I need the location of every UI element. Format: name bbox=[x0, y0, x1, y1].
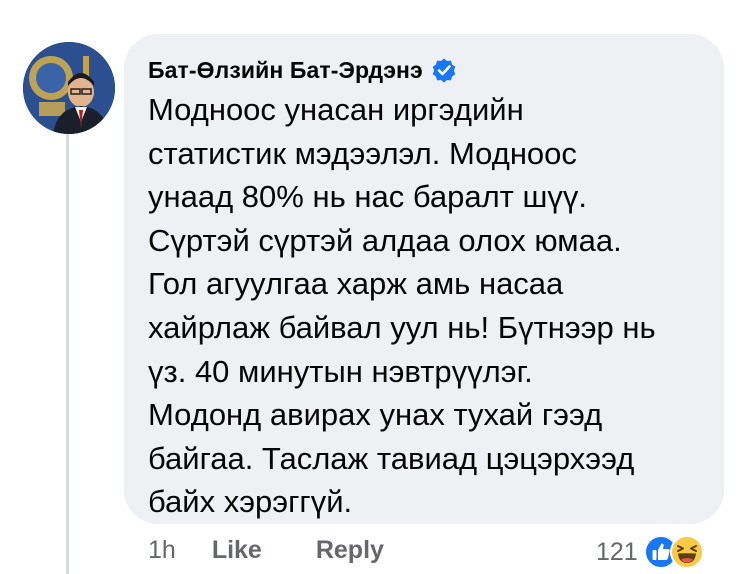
comment-line: унаад 80% нь нас баралт шүү. bbox=[148, 179, 587, 215]
comment-actions: 1h Like Reply bbox=[148, 536, 384, 565]
comment-line: Модонд авирах унах тухай гээд bbox=[148, 397, 603, 433]
haha-reaction-icon bbox=[669, 535, 704, 569]
comment-text: Модноос унасан иргэдийн статистик мэдээл… bbox=[148, 88, 708, 524]
comment-line: байгаа. Таслаж тавиад цэцэрхээд bbox=[148, 440, 635, 476]
timestamp-link[interactable]: 1h bbox=[148, 536, 176, 565]
like-button[interactable]: Like bbox=[212, 536, 262, 565]
thread-line bbox=[66, 124, 69, 574]
comment-line: хайрлаж байвал уул нь! Бүтнээр нь bbox=[148, 309, 656, 345]
profile-photo-icon bbox=[23, 42, 115, 134]
reply-button[interactable]: Reply bbox=[316, 536, 384, 565]
reaction-count: 121 bbox=[596, 537, 638, 566]
author-row: Бат-Өлзийн Бат-Эрдэнэ bbox=[148, 56, 724, 84]
comment-line: байх хэрэггүй. bbox=[148, 484, 353, 520]
comment-view: Бат-Өлзийн Бат-Эрдэнэ Модноос унасан ирг… bbox=[0, 0, 748, 574]
comment-bubble: Бат-Өлзийн Бат-Эрдэнэ Модноос унасан ирг… bbox=[124, 34, 724, 524]
comment-line: Гол агуулгаа харж амь насаа bbox=[148, 266, 564, 302]
comment-line: Модноос унасан иргэдийн bbox=[148, 92, 524, 127]
comment-line: үз. 40 минутын нэвтрүүлэг. bbox=[148, 353, 533, 389]
author-name[interactable]: Бат-Өлзийн Бат-Эрдэнэ bbox=[148, 57, 423, 84]
comment-line: статистик мэдээлэл. Модноос bbox=[148, 135, 577, 171]
reactions-summary[interactable]: 121 bbox=[596, 534, 704, 570]
comment-line: Сүртэй сүртэй алдаа олох юмаа. bbox=[148, 222, 622, 258]
verified-badge-icon bbox=[431, 57, 457, 83]
avatar[interactable] bbox=[23, 42, 115, 134]
